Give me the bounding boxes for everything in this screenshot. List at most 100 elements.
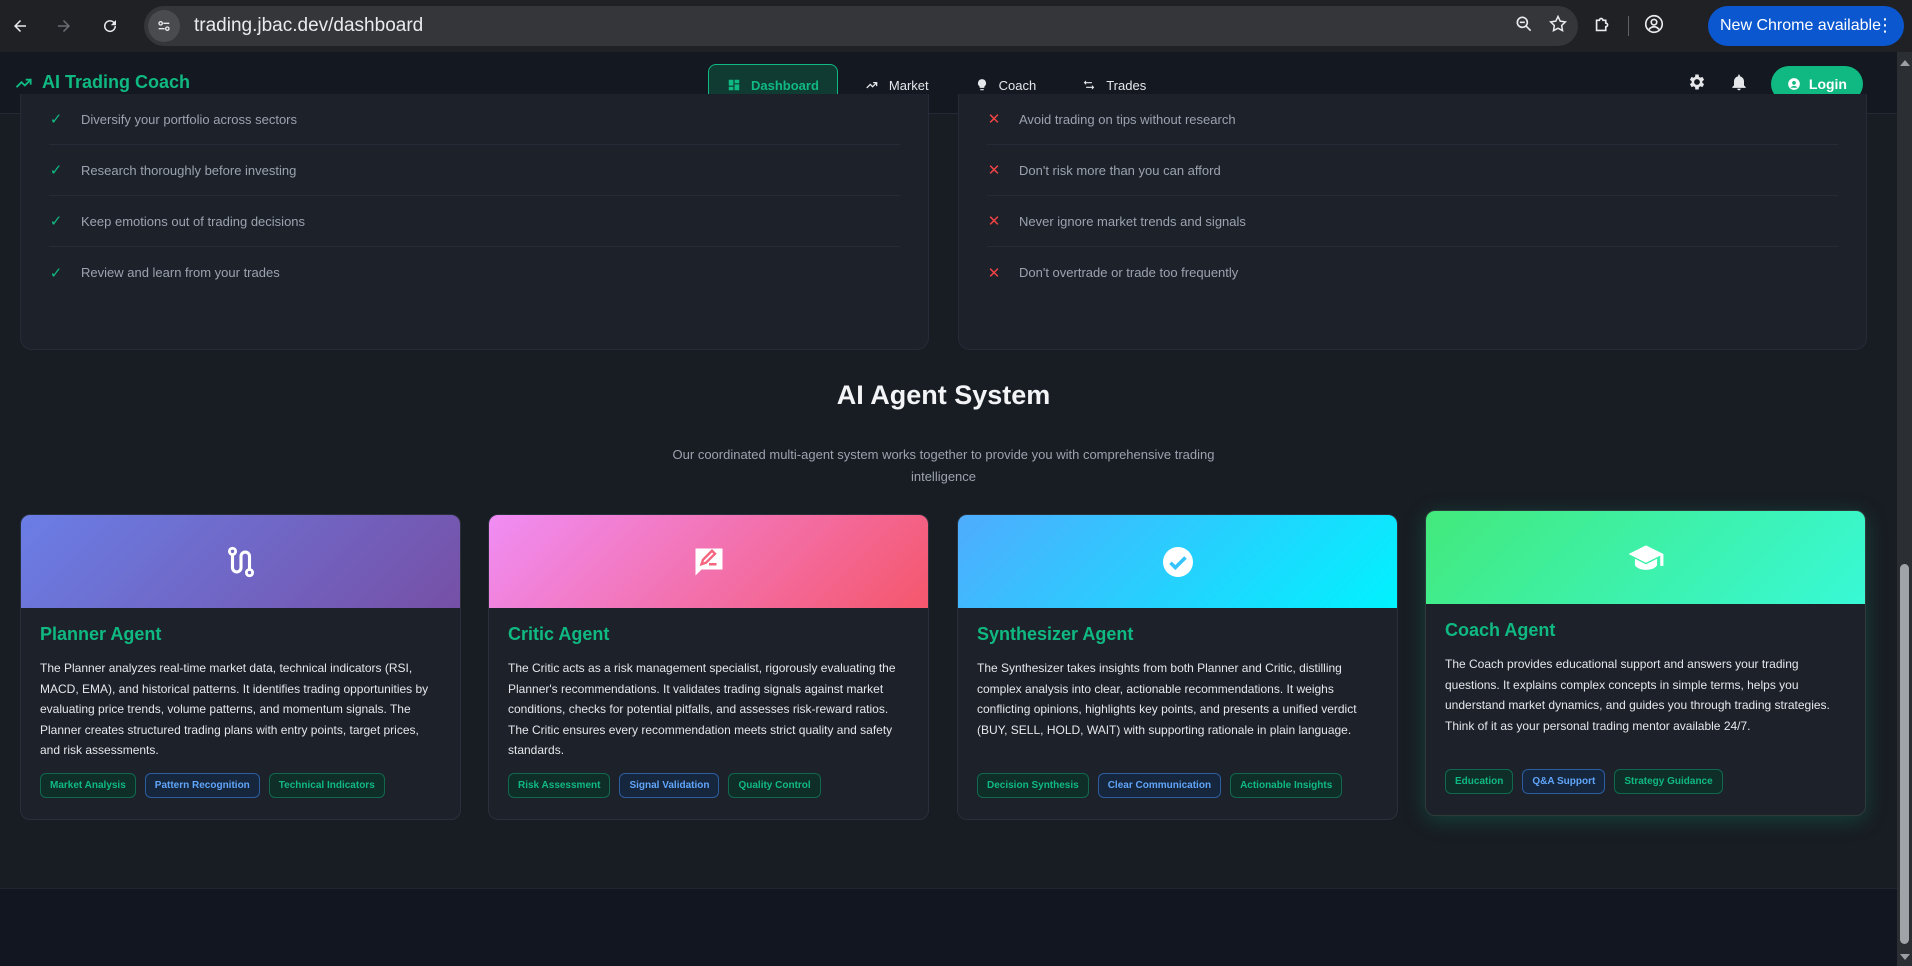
- agent-tag: Actionable Insights: [1230, 773, 1343, 798]
- agent-card-header: [21, 515, 460, 608]
- address-bar[interactable]: trading.jbac.dev/dashboard: [144, 6, 1578, 46]
- profile-icon[interactable]: [1643, 13, 1665, 40]
- do-item: ✓ Keep emotions out of trading decisions: [49, 196, 900, 247]
- lightbulb-icon: [977, 79, 986, 91]
- donts-panel: ✕ Avoid trading on tips without research…: [958, 94, 1867, 350]
- do-text: Review and learn from your trades: [81, 265, 280, 280]
- do-text: Research thoroughly before investing: [81, 162, 297, 178]
- close-icon: ✕: [987, 213, 1001, 230]
- agent-name: Critic Agent: [508, 624, 610, 644]
- agent-description: The Critic acts as a risk management spe…: [508, 661, 896, 758]
- agent-tag: Pattern Recognition: [144, 773, 260, 798]
- agent-tag: Signal Validation: [619, 773, 720, 798]
- nav-tab-label: Dashboard: [751, 77, 819, 93]
- rate-review-icon: [695, 548, 722, 575]
- route-icon: [227, 546, 254, 577]
- brand-name: AI Trading Coach: [42, 72, 191, 92]
- do-text: Diversify your portfolio across sectors: [81, 111, 298, 127]
- url-text[interactable]: trading.jbac.dev/dashboard: [194, 15, 423, 37]
- dashboard-icon: [728, 79, 740, 91]
- check-icon: ✓: [49, 162, 63, 179]
- nav-tab-label: Market: [888, 77, 929, 93]
- swap-icon: [1083, 80, 1095, 90]
- dont-text: Don't risk more than you can afford: [1019, 162, 1221, 178]
- agent-name: Coach Agent: [1445, 620, 1556, 640]
- agent-description: The Coach provides educational support a…: [1445, 657, 1830, 733]
- agent-tag: Technical Indicators: [268, 773, 385, 798]
- nav-tab-label: Trades: [1106, 77, 1147, 93]
- login-label: Login: [1808, 76, 1847, 92]
- scrollbar-thumb[interactable]: [1900, 564, 1909, 944]
- dos-panel: ✓ Diversify your portfolio across sector…: [20, 94, 929, 350]
- more-vert-icon[interactable]: ⋮: [1876, 16, 1894, 34]
- agent-card-planner: Planner Agent The Planner analyzes real-…: [20, 514, 461, 820]
- check-icon: ✓: [49, 111, 63, 128]
- do-item: ✓ Research thoroughly before investing: [49, 145, 900, 196]
- agent-card-header: [1426, 511, 1865, 604]
- dont-item: ✕ Never ignore market trends and signals: [987, 196, 1838, 247]
- section-title: AI Agent System: [836, 380, 1051, 410]
- agent-tag: Clear Communication: [1097, 773, 1222, 798]
- zoom-icon[interactable]: [1514, 14, 1534, 39]
- gear-icon[interactable]: [1687, 72, 1707, 97]
- extensions-icon[interactable]: [1592, 13, 1614, 40]
- close-icon: ✕: [987, 162, 1001, 179]
- brand-logo[interactable]: AI Trading Coach: [14, 72, 190, 93]
- agent-description: The Planner analyzes real-time market da…: [40, 661, 429, 758]
- do-item: ✓ Diversify your portfolio across sector…: [49, 94, 900, 145]
- dont-item: ✕ Don't overtrade or trade too frequentl…: [987, 247, 1838, 298]
- dont-item: ✕ Don't risk more than you can afford: [987, 145, 1838, 196]
- close-icon: ✕: [987, 111, 1001, 128]
- bell-icon[interactable]: [1729, 72, 1749, 97]
- trending-up-icon: [15, 78, 32, 88]
- toolbar-divider: [1628, 16, 1629, 36]
- browser-toolbar: trading.jbac.dev/dashboard New Chrome av…: [0, 0, 1912, 52]
- agent-name: Synthesizer Agent: [977, 624, 1134, 644]
- agent-card-synthesizer: Synthesizer Agent The Synthesizer takes …: [957, 514, 1398, 820]
- agent-tag: Decision Synthesis: [977, 773, 1089, 798]
- agent-tag: Quality Control: [728, 773, 821, 798]
- dashboard-content: ✓ Diversify your portfolio across sector…: [0, 94, 1897, 888]
- page-footer: [0, 888, 1897, 966]
- close-icon: ✕: [987, 264, 1001, 282]
- scroll-up-arrow-icon[interactable]: [1900, 60, 1910, 66]
- agent-card-header: [489, 515, 928, 608]
- dont-item: ✕ Avoid trading on tips without research: [987, 94, 1838, 145]
- star-icon[interactable]: [1548, 14, 1568, 39]
- agent-card-coach: Coach Agent The Coach provides education…: [1425, 510, 1866, 816]
- site-info-icon[interactable]: [148, 10, 180, 42]
- agent-tag: Strategy Guidance: [1614, 769, 1723, 794]
- reload-icon[interactable]: [90, 6, 130, 46]
- section-subtitle: Our coordinated multi-agent system works…: [672, 447, 1215, 484]
- agent-tags: Decision Synthesis Clear Communication A…: [977, 773, 1343, 798]
- check-circle-icon: [1162, 546, 1193, 577]
- agent-tags: Education Q&A Support Strategy Guidance: [1445, 769, 1723, 794]
- dont-text: Don't overtrade or trade too frequently: [1019, 265, 1239, 280]
- agent-description: The Synthesizer takes insights from both…: [977, 661, 1357, 737]
- agent-card-critic: Critic Agent The Critic acts as a risk m…: [488, 514, 929, 820]
- account-circle-icon: [1788, 78, 1800, 90]
- agent-tag: Market Analysis: [40, 773, 136, 798]
- do-text: Keep emotions out of trading decisions: [81, 213, 306, 229]
- check-icon: ✓: [49, 213, 63, 230]
- back-arrow-icon[interactable]: [0, 6, 40, 46]
- agent-card-header: [958, 515, 1397, 608]
- agent-tags: Risk Assessment Signal Validation Qualit…: [508, 773, 821, 798]
- agent-name: Planner Agent: [40, 624, 162, 644]
- chrome-update-button[interactable]: New Chrome available ⋮: [1708, 6, 1904, 46]
- agent-tag: Q&A Support: [1522, 769, 1606, 794]
- nav-tab-label: Coach: [998, 77, 1037, 93]
- graduation-cap-icon: [1628, 544, 1663, 570]
- scroll-down-arrow-icon[interactable]: [1900, 954, 1910, 960]
- agent-tag: Education: [1445, 769, 1514, 794]
- agent-tags: Market Analysis Pattern Recognition Tech…: [40, 773, 385, 798]
- trending-up-icon: [866, 82, 878, 89]
- page-scrollbar[interactable]: [1897, 52, 1912, 966]
- chrome-update-label: New Chrome available: [1720, 17, 1881, 34]
- check-icon: ✓: [49, 264, 63, 282]
- forward-arrow-icon[interactable]: [44, 6, 84, 46]
- dont-text: Avoid trading on tips without research: [1019, 111, 1236, 127]
- dont-text: Never ignore market trends and signals: [1019, 213, 1246, 229]
- do-item: ✓ Review and learn from your trades: [49, 247, 900, 298]
- agent-tag: Risk Assessment: [508, 773, 611, 798]
